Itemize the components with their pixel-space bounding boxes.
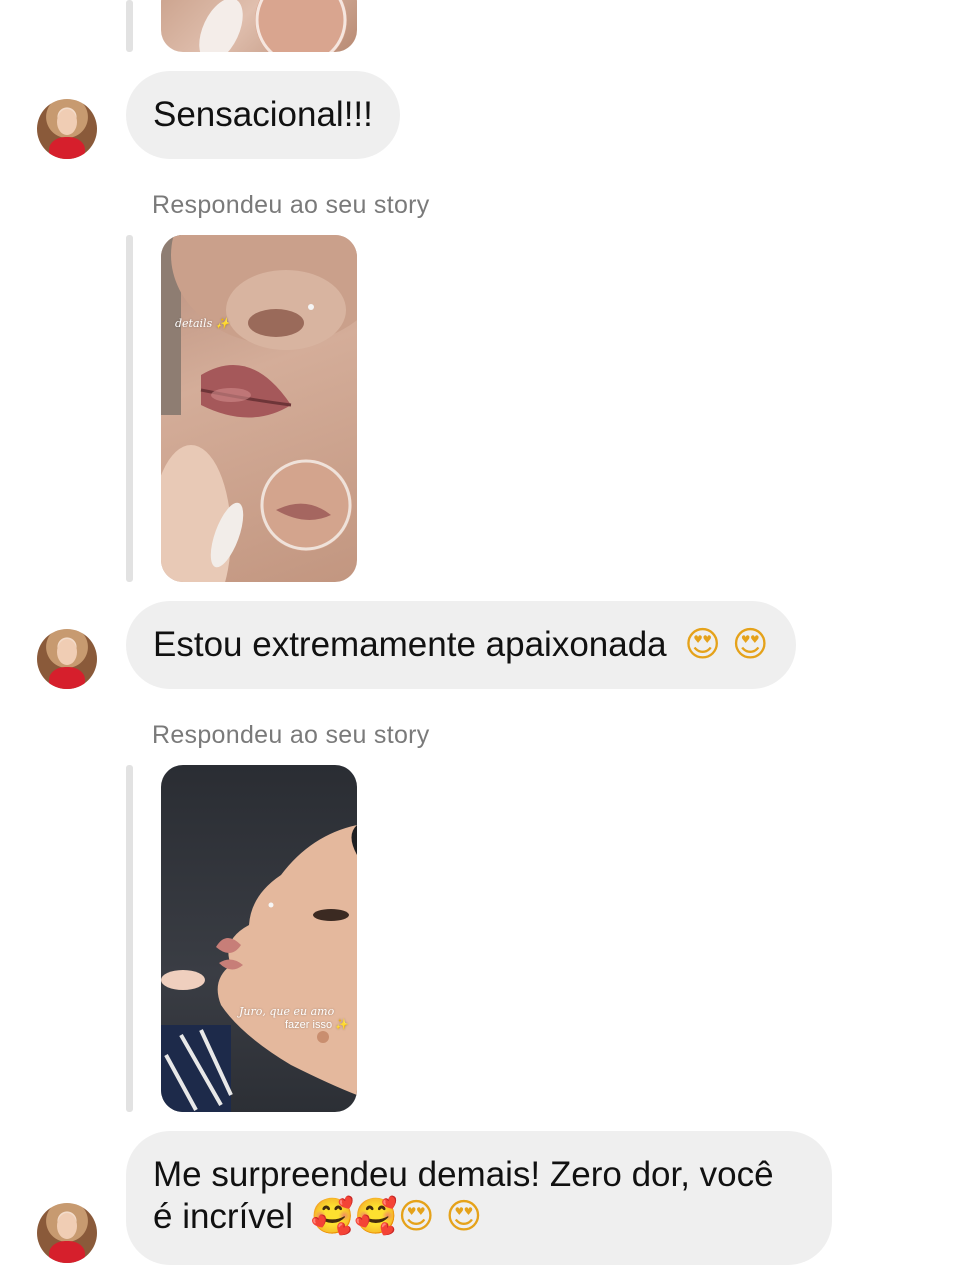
message-bubble[interactable]: Sensacional!!! — [126, 71, 400, 159]
story-reply-label: Respondeu ao seu story — [152, 721, 430, 749]
reply-quote-bar — [126, 0, 133, 52]
message-text: Sensacional!!! — [153, 95, 373, 134]
story-caption: details ✨ — [175, 317, 230, 330]
avatar-shirt — [49, 667, 85, 689]
sender-avatar[interactable] — [37, 1203, 97, 1263]
story-caption: fazer isso ✨ — [285, 1019, 349, 1031]
avatar-shirt — [49, 137, 85, 159]
sender-avatar[interactable] — [37, 629, 97, 689]
message-bubble[interactable]: Me surpreendeu demais! Zero dor, você é … — [126, 1131, 832, 1265]
avatar-shirt — [49, 1241, 85, 1263]
story-thumbnail[interactable]: details ✨ — [161, 235, 357, 582]
story-thumbnail-top[interactable] — [161, 0, 357, 52]
avatar-face — [57, 639, 77, 665]
story-image-lips — [161, 235, 357, 582]
message-text-line: Me surpreendeu demais! Zero dor, você — [153, 1155, 774, 1194]
story-thumbnail[interactable]: Juro, que eu amo fazer isso ✨ — [161, 765, 357, 1112]
smiling-hearts-emoji-icon: 🥰🥰😍 😍 — [310, 1197, 483, 1237]
avatar-face — [57, 1213, 77, 1239]
message-bubble[interactable]: Estou extremamente apaixonada 😍 😍 — [126, 601, 796, 689]
avatar-face — [57, 109, 77, 135]
heart-eyes-emoji-icon: 😍 😍 — [684, 625, 769, 665]
message-text: Estou extremamente apaixonada — [153, 625, 667, 664]
story-image-top — [199, 0, 347, 52]
reply-quote-bar — [126, 765, 133, 1112]
story-caption: Juro, que eu amo — [239, 1005, 335, 1018]
reply-quote-bar — [126, 235, 133, 582]
story-reply-label: Respondeu ao seu story — [152, 191, 430, 219]
chat-thread: Sensacional!!! Respondeu ao seu story de… — [0, 0, 960, 1280]
story-image-profile — [161, 825, 357, 1112]
sender-avatar[interactable] — [37, 99, 97, 159]
message-text-line: é incrível — [153, 1197, 294, 1236]
